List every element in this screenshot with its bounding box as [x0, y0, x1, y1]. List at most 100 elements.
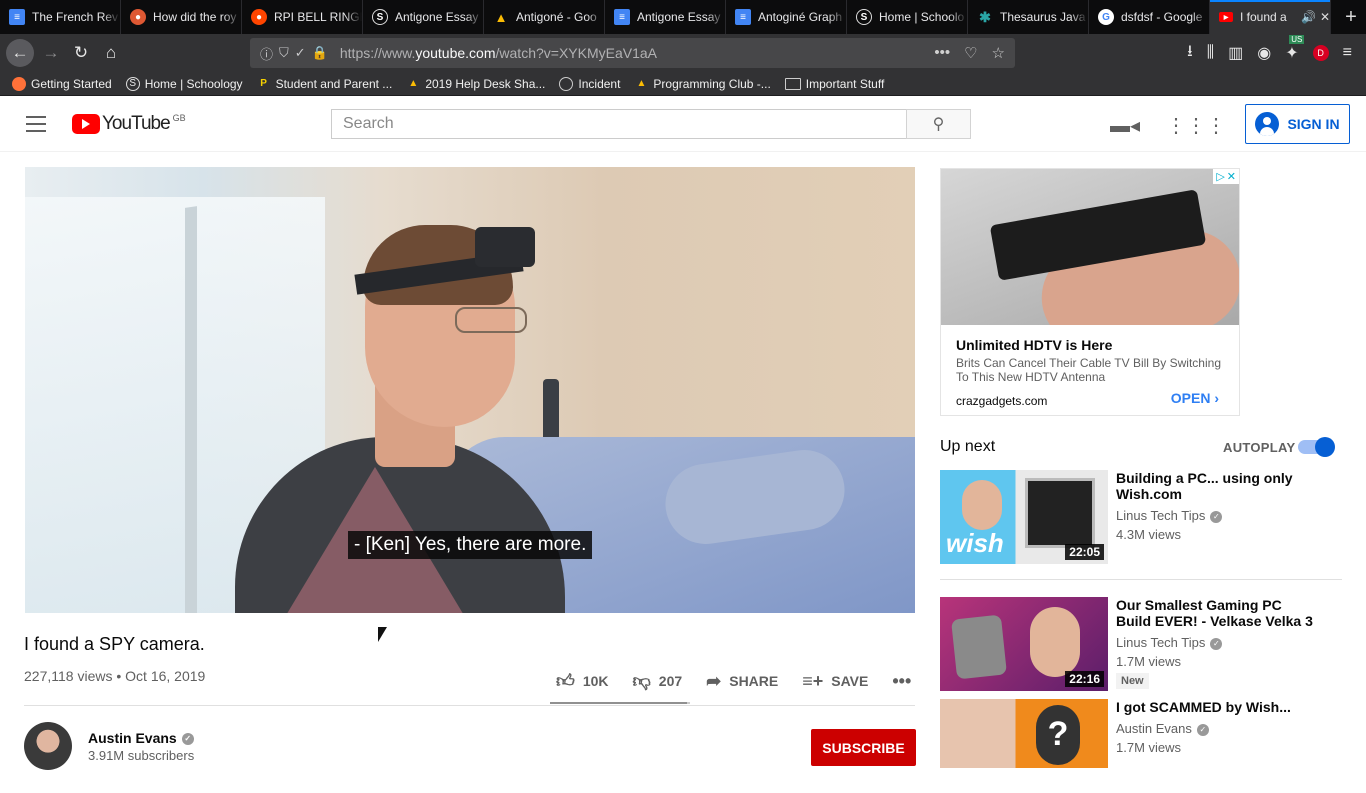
- search-icon: ⚲: [932, 116, 945, 133]
- bookmark-item[interactable]: Getting Started: [12, 76, 112, 91]
- search-input[interactable]: Search: [331, 109, 907, 139]
- video-views-date: 227,118 views • Oct 16, 2019: [24, 668, 206, 684]
- new-tab-button[interactable]: +: [1336, 0, 1366, 34]
- address-bar[interactable]: ⓘ ⛉ ✓ 🔒 https://www.youtube.com/watch?v=…: [250, 38, 1015, 68]
- bookmark-star-icon[interactable]: ☆: [992, 44, 1005, 62]
- browser-tab[interactable]: S Antigone Essay: [363, 0, 484, 34]
- more-horizontal-icon: •••: [892, 670, 912, 691]
- browser-tab[interactable]: ▲ Antigoné - Goo: [484, 0, 605, 34]
- autoplay-toggle[interactable]: [1298, 437, 1335, 457]
- create-video-icon[interactable]: ▬◂: [1110, 113, 1140, 138]
- bookmark-item[interactable]: S Home | Schoology: [125, 76, 243, 91]
- divider: [940, 579, 1342, 580]
- page-actions-icon[interactable]: •••: [934, 44, 950, 62]
- ad-title[interactable]: Unlimited HDTV is Here: [956, 337, 1112, 353]
- close-ad-icon: ✕: [1226, 171, 1236, 183]
- back-button[interactable]: ←: [6, 39, 34, 67]
- save-button[interactable]: ≡+ SAVE: [802, 671, 868, 692]
- permissions-icon[interactable]: ✓: [295, 45, 306, 61]
- bookmark-item[interactable]: Incident: [559, 76, 620, 91]
- guide-menu-icon[interactable]: [26, 116, 46, 132]
- ad-description: Brits Can Cancel Their Cable TV Bill By …: [956, 356, 1221, 384]
- browser-tab[interactable]: ● RPI BELL RINGE: [242, 0, 363, 34]
- new-badge: New: [1116, 673, 1149, 689]
- like-ratio-bar: [550, 702, 690, 704]
- browser-tab[interactable]: ≡ Antoginé Graph: [726, 0, 847, 34]
- reload-button[interactable]: ↻: [66, 38, 96, 68]
- ad-choices-icon[interactable]: ▷ ✕: [1213, 169, 1239, 184]
- video-title[interactable]: Building a PC... using only Wish.com: [1116, 470, 1316, 502]
- home-button[interactable]: ⌂: [96, 38, 126, 68]
- ad-open-button[interactable]: OPEN ›: [1171, 390, 1219, 406]
- bookmarks-toolbar: Getting Started S Home | Schoology P Stude…: [0, 72, 1366, 96]
- dislike-button[interactable]: 👎︎ 207: [633, 670, 683, 692]
- browser-tab[interactable]: ● How did the roy: [121, 0, 242, 34]
- bookmark-folder[interactable]: Important Stuff: [784, 77, 884, 91]
- subscribe-button[interactable]: SUBSCRIBE: [811, 729, 916, 766]
- speaker-icon[interactable]: 🔊: [1301, 10, 1316, 24]
- forward-button[interactable]: →: [36, 38, 66, 68]
- view-count: 4.3M views: [1116, 527, 1182, 542]
- browser-tab-active[interactable]: ▶ I found a 🔊 ✕: [1210, 0, 1331, 34]
- browser-tab[interactable]: Gdsfdsf - Google: [1089, 0, 1210, 34]
- up-next-video[interactable]: wish 22:05 Building a PC... using only W…: [940, 470, 1350, 564]
- puzzle-icon: ✱: [979, 8, 991, 25]
- up-next-heading: Up next: [940, 438, 996, 455]
- close-tab-icon[interactable]: ✕: [1320, 10, 1330, 24]
- pocket-icon[interactable]: ♡: [964, 44, 977, 62]
- drive-icon: ▲: [494, 9, 508, 25]
- up-next-video[interactable]: ? I got SCAMMED by Wish... Austin Evans ✓…: [940, 699, 1350, 793]
- autoplay-label: AUTOPLAY: [1223, 440, 1296, 455]
- menu-icon[interactable]: ≡: [1343, 44, 1352, 62]
- more-actions-button[interactable]: •••: [892, 671, 911, 692]
- profile-badge[interactable]: D: [1312, 45, 1329, 61]
- schoology-icon: S: [125, 76, 140, 91]
- playlist-add-icon: ≡+: [802, 670, 824, 691]
- sidebar-icon[interactable]: ▥: [1228, 43, 1243, 63]
- ad-image[interactable]: ▷ ✕: [941, 169, 1239, 325]
- extension-icon[interactable]: ✦ US: [1285, 35, 1305, 63]
- bookmark-item[interactable]: ▲ Programming Club -...: [634, 77, 770, 91]
- browser-tab[interactable]: S Home | Schoolo: [847, 0, 968, 34]
- youtube-play-icon: [72, 114, 100, 134]
- search-button[interactable]: ⚲: [906, 109, 971, 139]
- navigation-bar: ← → ↻ ⌂ ⓘ ⛉ ✓ 🔒 https://www.youtube.com/…: [0, 34, 1366, 72]
- browser-tab[interactable]: ≡ Antigone Essay: [605, 0, 726, 34]
- doc-icon: ≡: [614, 9, 630, 25]
- library-icon[interactable]: ⫼: [1207, 44, 1214, 62]
- video-player[interactable]: - [Ken] Yes, there are more.: [25, 167, 915, 613]
- info-icon[interactable]: ⓘ: [260, 44, 273, 63]
- subscriber-count: 3.91M subscribers: [88, 748, 195, 763]
- browser-tab[interactable]: ≡ The French Rev: [0, 0, 121, 34]
- video-title[interactable]: I got SCAMMED by Wish...: [1116, 699, 1316, 715]
- verified-icon: ✓: [1210, 637, 1223, 650]
- bookmark-item[interactable]: P Student and Parent ...: [257, 77, 392, 91]
- browser-tab[interactable]: ✱ Thesaurus Java: [968, 0, 1089, 34]
- video-thumbnail[interactable]: ?: [940, 699, 1108, 768]
- doc-icon: ≡: [735, 9, 751, 25]
- verified-icon: ✓: [1196, 723, 1209, 736]
- share-button[interactable]: ➦ SHARE: [706, 671, 778, 692]
- channel-name[interactable]: Austin Evans ✓: [88, 730, 194, 746]
- share-icon: ➦: [706, 670, 722, 691]
- account-icon[interactable]: ◉: [1257, 43, 1271, 63]
- video-thumbnail[interactable]: 22:16: [940, 597, 1108, 691]
- channel-avatar[interactable]: [24, 722, 72, 770]
- ad-card[interactable]: ▷ ✕ Unlimited HDTV is Here Brits Can Canc…: [940, 168, 1240, 416]
- account-icon: [1255, 112, 1280, 136]
- tab-bar: ≡ The French Rev ● How did the roy ● RPI BE…: [0, 0, 1366, 34]
- video-title[interactable]: Our Smallest Gaming PC Build EVER! - Vel…: [1116, 597, 1316, 629]
- up-next-video[interactable]: 22:16 Our Smallest Gaming PC Build EVER!…: [940, 597, 1350, 691]
- sign-in-button[interactable]: SIGN IN: [1245, 104, 1350, 144]
- view-count: 1.7M views: [1116, 654, 1182, 669]
- mouse-cursor: [378, 627, 387, 642]
- url-text[interactable]: https://www.youtube.com/watch?v=XYKMyEaV…: [340, 45, 657, 61]
- apps-grid-icon[interactable]: ⋮⋮⋮: [1166, 113, 1226, 138]
- youtube-logo[interactable]: YouTube GB: [72, 113, 186, 135]
- bookmark-item[interactable]: ▲ 2019 Help Desk Sha...: [406, 77, 545, 91]
- download-icon[interactable]: ⭳: [1187, 40, 1193, 67]
- like-button[interactable]: 👍︎ 10K: [556, 670, 609, 692]
- thumbs-down-icon: 👎︎: [632, 671, 651, 691]
- shield-icon[interactable]: ⛉: [279, 45, 289, 61]
- video-thumbnail[interactable]: wish 22:05: [940, 470, 1108, 564]
